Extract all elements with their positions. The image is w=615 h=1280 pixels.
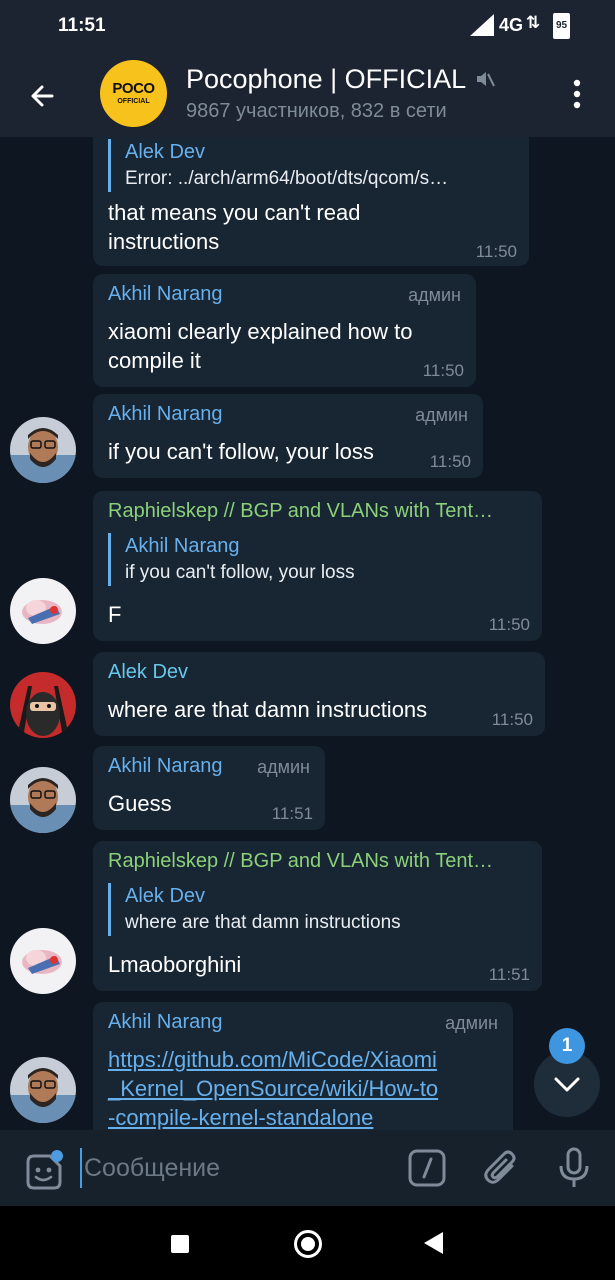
- sender-name[interactable]: Alek Dev: [108, 661, 188, 684]
- reply-quote[interactable]: Alek Dev Error: ../arch/arm64/boot/dts/q…: [108, 139, 513, 192]
- quote-text: where are that damn instructions: [125, 912, 401, 933]
- status-time: 11:51: [58, 15, 106, 36]
- microphone-icon[interactable]: [556, 1146, 592, 1190]
- message-composer: [0, 1130, 615, 1206]
- message-bubble[interactable]: Akhil Narang админ https://github.com/Mi…: [93, 1002, 513, 1130]
- sender-name[interactable]: Akhil Narang: [108, 283, 223, 306]
- message-text: Lmaoborghini: [108, 952, 242, 977]
- message-time: 11:50: [491, 710, 533, 729]
- admin-badge: админ: [257, 757, 310, 777]
- message-bubble[interactable]: Akhil Narang админ if you can't follow, …: [93, 394, 483, 478]
- user-avatar[interactable]: [10, 672, 76, 738]
- signal-icon: [470, 14, 494, 36]
- bot-command-icon[interactable]: [407, 1148, 447, 1188]
- user-avatar[interactable]: [10, 417, 76, 483]
- quote-sender: Akhil Narang: [125, 535, 240, 557]
- message-time: 11:51: [488, 965, 530, 984]
- recents-icon[interactable]: [171, 1235, 189, 1253]
- message-text-line: that means you can't read: [108, 200, 361, 225]
- network-type: 4G: [499, 15, 524, 35]
- back-triangle-icon[interactable]: [424, 1232, 443, 1254]
- chat-header: POCO OFFICIAL Pocophone | OFFICIAL 9867 …: [0, 52, 615, 137]
- message-time: 11:50: [488, 615, 530, 634]
- admin-badge: админ: [415, 405, 468, 425]
- group-avatar[interactable]: POCO OFFICIAL: [100, 60, 167, 127]
- message-input[interactable]: [80, 1148, 380, 1188]
- message-text: where are that damn instructions: [108, 697, 428, 722]
- message-link[interactable]: https://github.com/MiCode/Xiaomi: [108, 1045, 437, 1074]
- reply-quote[interactable]: Alek Dev where are that damn instruction…: [108, 883, 513, 936]
- user-avatar[interactable]: [10, 928, 76, 994]
- admin-badge: админ: [408, 285, 461, 305]
- message-bubble[interactable]: Alek Dev Error: ../arch/arm64/boot/dts/q…: [93, 137, 529, 266]
- message-list[interactable]: Alek Dev Error: ../arch/arm64/boot/dts/q…: [0, 137, 615, 1130]
- message-text: if you can't follow, your loss: [108, 439, 374, 464]
- mute-icon: [477, 72, 495, 87]
- back-arrow-icon[interactable]: [22, 74, 66, 118]
- sender-name[interactable]: Akhil Narang: [108, 403, 223, 426]
- data-activity-icon: ⇅: [526, 13, 541, 32]
- home-icon[interactable]: [294, 1230, 322, 1258]
- message-text-line: instructions: [108, 229, 220, 254]
- user-avatar[interactable]: [10, 578, 76, 644]
- message-link[interactable]: _Kernel_OpenSource/wiki/How-to: [108, 1074, 438, 1103]
- status-bar: 11:51 4G ⇅ 95: [0, 0, 615, 52]
- message-bubble[interactable]: Akhil Narang админ Guess 11:51: [93, 746, 325, 830]
- battery-icon: 95: [553, 13, 570, 39]
- message-bubble[interactable]: Alek Dev where are that damn instruction…: [93, 652, 545, 736]
- group-member-count: 9867 участников, 832 в сети: [186, 100, 447, 122]
- avatar-logo-subtext: OFFICIAL: [117, 98, 150, 105]
- sender-name[interactable]: Raphielskep // BGP and VLANs with Tent…: [108, 850, 493, 873]
- message-text: F: [108, 602, 122, 627]
- user-avatar[interactable]: [10, 767, 76, 833]
- message-text-line: compile it: [108, 348, 201, 373]
- battery-level: 95: [555, 20, 568, 31]
- message-time: 11:50: [422, 361, 464, 380]
- sender-name[interactable]: Raphielskep // BGP and VLANs with Tent…: [108, 500, 493, 523]
- message-time: 11:50: [475, 242, 517, 261]
- paperclip-icon[interactable]: [482, 1147, 522, 1189]
- user-avatar[interactable]: [10, 1057, 76, 1123]
- reply-quote[interactable]: Akhil Narang if you can't follow, your l…: [108, 533, 513, 586]
- admin-badge: админ: [445, 1013, 498, 1033]
- quote-text: Error: ../arch/arm64/boot/dts/qcom/s…: [125, 168, 449, 189]
- message-bubble[interactable]: Raphielskep // BGP and VLANs with Tent… …: [93, 841, 542, 991]
- system-nav-bar: [0, 1206, 615, 1280]
- message-text-line: xiaomi clearly explained how to: [108, 319, 413, 344]
- quote-text: if you can't follow, your loss: [125, 562, 355, 583]
- unread-count-badge: 1: [549, 1028, 585, 1064]
- message-time: 11:51: [271, 804, 313, 823]
- quote-sender: Alek Dev: [125, 885, 206, 907]
- more-vertical-icon[interactable]: [560, 74, 594, 114]
- message-bubble[interactable]: Raphielskep // BGP and VLANs with Tent… …: [93, 491, 542, 641]
- sender-name[interactable]: Akhil Narang: [108, 1011, 223, 1034]
- quote-sender: Alek Dev: [125, 141, 206, 163]
- avatar-logo-text: POCO: [112, 80, 155, 97]
- message-time: 11:50: [429, 452, 471, 471]
- message-text: Guess: [108, 791, 172, 816]
- message-link[interactable]: -compile-kernel-standalone: [108, 1103, 373, 1130]
- message-bubble[interactable]: Akhil Narang админ xiaomi clearly explai…: [93, 274, 476, 387]
- group-title[interactable]: Pocophone | OFFICIAL: [186, 64, 466, 95]
- sticker-icon[interactable]: [22, 1150, 66, 1194]
- sender-name[interactable]: Akhil Narang: [108, 755, 223, 778]
